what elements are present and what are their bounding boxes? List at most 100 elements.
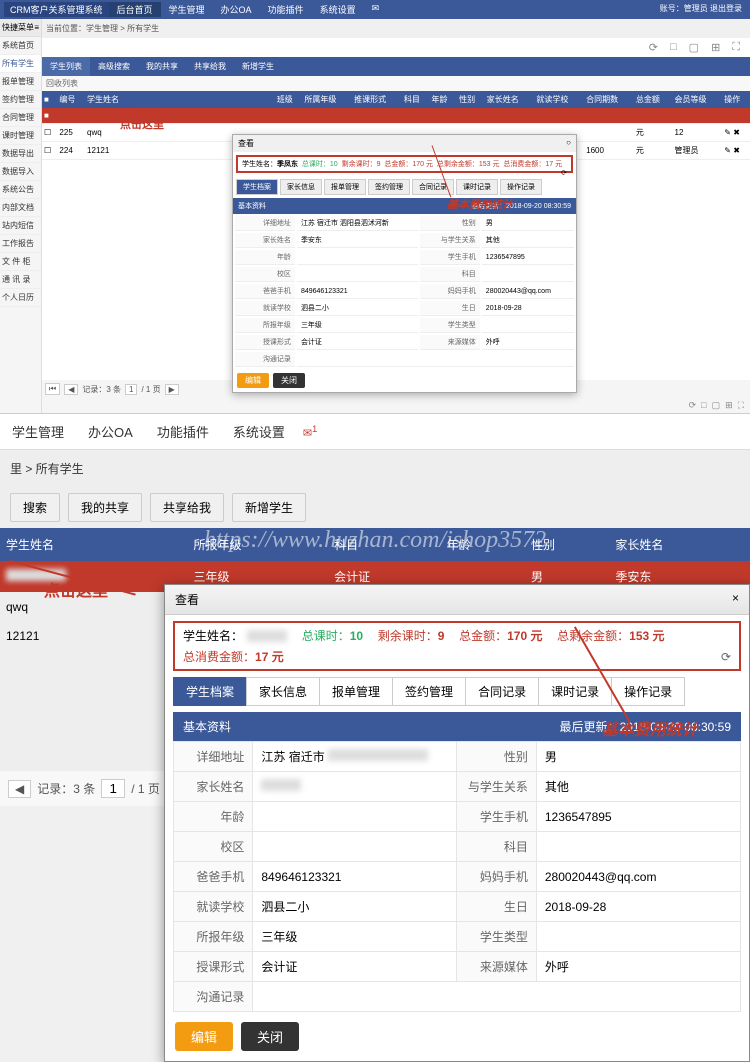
mtab-contract[interactable]: 合同记录 — [465, 677, 539, 706]
nav-home[interactable]: 后台首页 — [109, 2, 161, 17]
sidebar-item[interactable]: 系统公告 — [0, 181, 41, 199]
fee-summary: 学生姓名：季凤东 总课时：10 剩余课时：9 总金额：170 元 总剩余金额：1… — [236, 155, 573, 173]
close-icon[interactable]: × — [732, 591, 739, 608]
col[interactable]: 所报年级 — [188, 528, 329, 561]
nav-settings[interactable]: 系统设置 — [221, 414, 297, 449]
tabs: 学生列表 高级搜索 我的共享 共享给我 新增学生 — [42, 57, 750, 76]
pager-page-input[interactable] — [101, 779, 125, 798]
sidebar-item[interactable]: 内部文档 — [0, 199, 41, 217]
col[interactable]: 家长姓名 — [609, 528, 750, 561]
mtab-sign[interactable]: 签约管理 — [368, 179, 410, 195]
col[interactable]: 就读学校 — [534, 91, 584, 108]
col[interactable]: 学生姓名 — [0, 528, 188, 561]
col[interactable]: 会员等级 — [673, 91, 723, 108]
edit-icon[interactable]: ✎ — [724, 128, 731, 137]
delete-icon[interactable]: ✖ — [733, 128, 740, 137]
tab-new[interactable]: 新增学生 — [234, 57, 282, 76]
mtab-ops[interactable]: 操作记录 — [611, 677, 685, 706]
tab-shared[interactable]: 共享给我 — [186, 57, 234, 76]
refresh-icon[interactable]: ⟳ — [649, 41, 658, 54]
btn-myshare[interactable]: 我的共享 — [68, 493, 142, 522]
col[interactable]: 总金额 — [634, 91, 673, 108]
col[interactable]: 家长姓名 — [485, 91, 535, 108]
tool-icon[interactable]: ⛶ — [732, 41, 740, 54]
sidebar-item[interactable]: 通 讯 录 — [0, 271, 41, 289]
sidebar-item[interactable]: 签约管理 — [0, 91, 41, 109]
mtab-parent[interactable]: 家长信息 — [246, 677, 320, 706]
tab-search[interactable]: 高级搜索 — [90, 57, 138, 76]
tab-myshare[interactable]: 我的共享 — [138, 57, 186, 76]
col[interactable]: 操作 — [722, 91, 750, 108]
col[interactable]: 合同期数 — [584, 91, 634, 108]
col[interactable]: 所属年级 — [302, 91, 352, 108]
edit-button[interactable]: 编辑 — [175, 1022, 233, 1051]
col[interactable]: 年龄 — [429, 91, 457, 108]
col[interactable]: 班级 — [275, 91, 303, 108]
nav-students[interactable]: 学生管理 — [0, 414, 76, 449]
col[interactable]: 科目 — [402, 91, 430, 108]
pager-prev[interactable]: ◀ — [8, 780, 31, 798]
mtab-lesson[interactable]: 课时记录 — [456, 179, 498, 195]
tool-icon[interactable]: ⊞ — [711, 41, 720, 54]
refresh-icon[interactable]: ⟳ — [721, 650, 731, 664]
sidebar-item[interactable]: 所有学生 — [0, 55, 41, 73]
tool-icon[interactable]: ▢ — [689, 41, 699, 54]
close-button[interactable]: 关闭 — [241, 1022, 299, 1051]
delete-icon[interactable]: ✖ — [733, 146, 740, 155]
tool-icon[interactable]: □ — [670, 41, 677, 54]
sidebar-item[interactable]: 站内短信 — [0, 217, 41, 235]
mtab-parent[interactable]: 家长信息 — [280, 179, 322, 195]
nav-students[interactable]: 学生管理 — [161, 2, 213, 17]
btn-search[interactable]: 搜索 — [10, 493, 60, 522]
nav-plugins[interactable]: 功能插件 — [260, 2, 312, 17]
mail-icon[interactable]: ✉1 — [303, 424, 317, 440]
sidebar-item[interactable]: 数据导出 — [0, 145, 41, 163]
sidebar-item[interactable]: 文 件 柜 — [0, 253, 41, 271]
sidebar-item[interactable]: 报单管理 — [0, 73, 41, 91]
breadcrumb: 里 > 所有学生 — [0, 450, 750, 487]
btn-shared[interactable]: 共享给我 — [150, 493, 224, 522]
edit-icon[interactable]: ✎ — [724, 146, 731, 155]
toolbar[interactable]: 回收列表 — [42, 76, 750, 91]
edit-button[interactable]: 编辑 — [237, 373, 269, 388]
mtab-order[interactable]: 报单管理 — [319, 677, 393, 706]
mail-icon[interactable]: ✉ — [364, 2, 388, 17]
mtab-order[interactable]: 报单管理 — [324, 179, 366, 195]
tab-list[interactable]: 学生列表 — [42, 57, 90, 76]
nav-oa[interactable]: 办公OA — [213, 2, 260, 17]
brand: CRM客户关系管理系统 — [4, 2, 109, 17]
sidebar-item[interactable]: 数据导入 — [0, 163, 41, 181]
sidebar-item[interactable]: 个人日历 — [0, 289, 41, 307]
nav-plugins[interactable]: 功能插件 — [145, 414, 221, 449]
sidebar-item[interactable]: 课时管理 — [0, 127, 41, 145]
close-icon[interactable]: ○ — [566, 138, 571, 149]
mtab-profile[interactable]: 学生档案 — [173, 677, 247, 706]
col[interactable]: 学生姓名 — [85, 91, 135, 108]
pager-first[interactable]: ⏮ — [45, 383, 60, 395]
sidebar-item[interactable]: 合同管理 — [0, 109, 41, 127]
mtab-profile[interactable]: 学生档案 — [236, 179, 278, 195]
sidebar-item[interactable]: 工作报告 — [0, 235, 41, 253]
col-check[interactable]: ■ — [42, 91, 57, 108]
pager-next[interactable]: ▶ — [165, 384, 179, 395]
nav-settings[interactable]: 系统设置 — [312, 2, 364, 17]
sidebar-item[interactable]: 系统首页 — [0, 37, 41, 55]
col[interactable]: 性别 — [525, 528, 609, 561]
toolbar-icons: ⟳ □ ▢ ⊞ ⛶ — [42, 38, 750, 57]
col[interactable]: 推课形式 — [352, 91, 402, 108]
mtab-lesson[interactable]: 课时记录 — [538, 677, 612, 706]
col[interactable]: 科目 — [328, 528, 441, 561]
user-info[interactable]: 账号：管理员 退出登录 — [656, 2, 746, 17]
col[interactable]: 编号 — [57, 91, 85, 108]
close-button[interactable]: 关闭 — [273, 373, 305, 388]
mtab-ops[interactable]: 操作记录 — [500, 179, 542, 195]
mtab-sign[interactable]: 签约管理 — [392, 677, 466, 706]
col[interactable]: 年龄 — [441, 528, 525, 561]
col[interactable]: 性别 — [457, 91, 485, 108]
nav-oa[interactable]: 办公OA — [76, 414, 145, 449]
btn-new[interactable]: 新增学生 — [232, 493, 306, 522]
profile-table: 详细地址江苏 宿迁市 泗阳县泗沭河新性别男 家长姓名季安东与学生关系其他 年龄学… — [233, 214, 576, 369]
pager-prev[interactable]: ◀ — [64, 384, 78, 395]
refresh-icon[interactable]: ⟳ — [561, 169, 567, 177]
collapse-icon[interactable]: ≡ — [34, 23, 39, 32]
